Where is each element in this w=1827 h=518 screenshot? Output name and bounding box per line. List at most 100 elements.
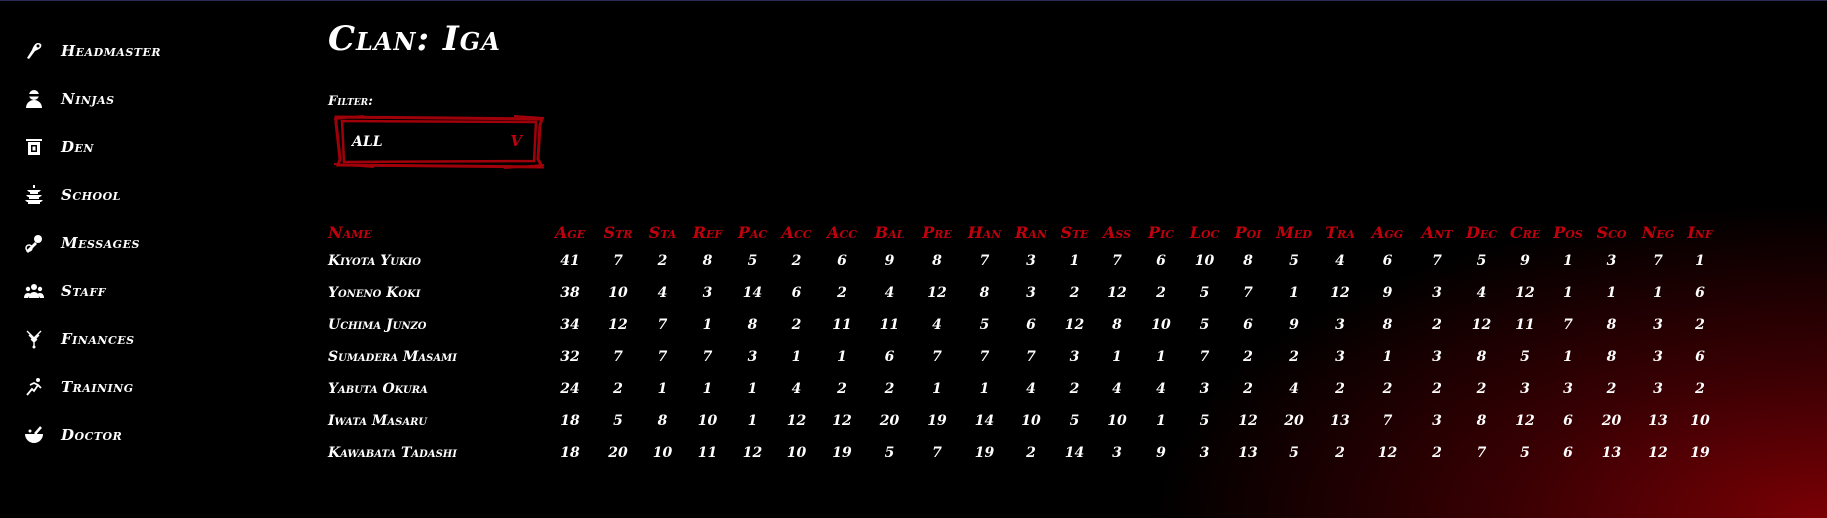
stat-cell: 9: [884, 253, 895, 269]
stat-cell: 5: [1520, 349, 1530, 365]
stat-cell: 2: [1606, 381, 1617, 397]
den-icon: [24, 137, 44, 157]
stat-cell: 4: [657, 285, 668, 301]
stat-cell: 7: [1112, 253, 1122, 269]
stat-cell: 2: [837, 381, 847, 397]
stat-cell: 3: [1026, 285, 1036, 301]
sidebar-item-label: Headmaster: [61, 42, 161, 60]
brush-icon: [24, 41, 44, 61]
stat-cell: 14: [1064, 445, 1085, 461]
stat-cell: 2: [1156, 285, 1166, 301]
stat-cell: 3: [1520, 381, 1530, 397]
table-row[interactable]: Yoneno Koki 38 10 4 3 14 6 2 4 12 8 3 2 12 2 5 7 1 12 9 3 4 12…: [328, 277, 1719, 309]
stat-cell: 8: [979, 285, 990, 301]
table-row[interactable]: Kiyota Yukio 41 7 2 8 5 2 6 9 8 7 3 1 7 6 10 8 5 4 6 7 5 9 1 3 7 1: [328, 245, 1719, 277]
column-header[interactable]: Cre: [1502, 219, 1548, 245]
column-header[interactable]: Dec: [1461, 219, 1502, 245]
stat-cell: 20: [608, 445, 628, 461]
sidebar-item-school[interactable]: School: [24, 171, 264, 219]
stat-cell: 18: [560, 413, 580, 429]
stat-cell: 1: [1069, 253, 1080, 269]
column-header[interactable]: Pic: [1139, 219, 1183, 245]
stat-cell: 10: [1151, 317, 1171, 333]
column-header[interactable]: Sco: [1588, 219, 1635, 245]
ninja-name-cell[interactable]: Kiyota Yukio: [328, 245, 544, 277]
ninja-name-cell[interactable]: Uchima Junzo: [328, 309, 544, 341]
table-header-row: Name Age Str Sta Ref Pac Acc Acc Bal Pre Han Ran Ste…: [328, 219, 1719, 245]
stat-cell: 6: [791, 285, 802, 301]
column-header[interactable]: Med: [1270, 219, 1318, 245]
stat-cell: 1: [747, 413, 758, 429]
sidebar-item-finances[interactable]: Finances: [24, 315, 264, 363]
stat-cell: 8: [657, 413, 668, 429]
column-header[interactable]: Ref: [685, 219, 730, 245]
column-header[interactable]: Ste: [1054, 219, 1095, 245]
column-header[interactable]: Bal: [866, 219, 913, 245]
stat-cell: 5: [747, 253, 758, 269]
stat-cell: 3: [1112, 445, 1122, 461]
sidebar-item-headmaster[interactable]: Headmaster: [24, 27, 264, 75]
column-header[interactable]: Poi: [1226, 219, 1270, 245]
stat-cell: 2: [1432, 317, 1442, 333]
column-header-name[interactable]: Name: [328, 219, 544, 245]
table-row[interactable]: Sumadera Masami 32 7 7 7 3 1 1 6 7 7 7 3 1 1 7 2 2 3 1 3 8 5 1 8…: [328, 341, 1719, 373]
stat-cell: 7: [1243, 285, 1253, 301]
stat-cell: 10: [608, 285, 628, 301]
stat-cell: 18: [560, 445, 580, 461]
stat-cell: 3: [1606, 253, 1617, 269]
column-header[interactable]: Pos: [1548, 219, 1588, 245]
column-header[interactable]: Ran: [1008, 219, 1054, 245]
stat-cell: 2: [657, 253, 668, 269]
column-header[interactable]: Neg: [1635, 219, 1681, 245]
sidebar-item-doctor[interactable]: Doctor: [24, 411, 264, 459]
stat-cell: 3: [1199, 381, 1210, 397]
sidebar-item-label: Doctor: [61, 426, 123, 444]
column-header[interactable]: Sta: [640, 219, 685, 245]
stat-cell: 9: [1156, 445, 1166, 461]
table-row[interactable]: Uchima Junzo 34 12 7 1 8 2 11 11 4 5 6 12 8 10 5 6 9 3 8 2 12…: [328, 309, 1719, 341]
column-header[interactable]: Ass: [1095, 219, 1139, 245]
sidebar-item-label: Den: [61, 138, 94, 156]
sidebar-item-training[interactable]: Training: [24, 363, 264, 411]
table-row[interactable]: Yabuta Okura 24 2 1 1 1 4 2 2 1 1 4 2 4 4 3 2 4 2 2 2 2 3 3 2 3 2: [328, 373, 1719, 405]
ninja-name-cell[interactable]: Sumadera Masami: [328, 341, 544, 373]
stat-cell: 2: [1289, 349, 1299, 365]
column-header[interactable]: Inf: [1681, 219, 1719, 245]
ninja-name-cell[interactable]: Yoneno Koki: [328, 277, 544, 309]
stat-cell: 2: [1432, 381, 1442, 397]
stat-cell: 11: [832, 317, 852, 333]
stat-cell: 2: [613, 381, 623, 397]
stat-cell: 8: [1112, 317, 1122, 333]
stat-cell: 4: [884, 285, 895, 301]
column-header[interactable]: Str: [596, 219, 640, 245]
table-row[interactable]: Kawabata Tadashi 18 20 10 11 12 10 19 5 7 19 2 14 3 9 3…: [328, 437, 1719, 469]
column-header[interactable]: Loc: [1183, 219, 1226, 245]
ninja-name-cell[interactable]: Iwata Masaru: [328, 405, 544, 437]
column-header[interactable]: Age: [544, 219, 596, 245]
filter-select[interactable]: ALL V: [334, 115, 544, 169]
ninja-name-cell[interactable]: Yabuta Okura: [328, 373, 544, 405]
column-header[interactable]: Acc: [775, 219, 818, 245]
stat-cell: 1: [1695, 253, 1705, 269]
column-header[interactable]: Agg: [1362, 219, 1413, 245]
stat-cell: 4: [791, 381, 802, 397]
column-header[interactable]: Acc: [818, 219, 866, 245]
column-header[interactable]: Pac: [730, 219, 775, 245]
sidebar-item-den[interactable]: Den: [24, 123, 264, 171]
stat-cell: 3: [747, 349, 758, 365]
sidebar-item-ninjas[interactable]: Ninjas: [24, 75, 264, 123]
stat-cell: 13: [1238, 445, 1258, 461]
pagoda-icon: [24, 185, 44, 205]
stat-cell: 2: [1695, 317, 1705, 333]
stat-cell: 8: [1606, 317, 1617, 333]
table-row[interactable]: Iwata Masaru 18 5 8 10 1 12 12 20 19 14 10 5 10 1 5 12 20…: [328, 405, 1719, 437]
sidebar-item-messages[interactable]: Messages: [24, 219, 264, 267]
stat-cell: 10: [697, 413, 718, 429]
column-header[interactable]: Han: [961, 219, 1008, 245]
column-header[interactable]: Pre: [913, 219, 961, 245]
sidebar-item-staff[interactable]: Staff: [24, 267, 264, 315]
ninja-name-cell[interactable]: Kawabata Tadashi: [328, 437, 544, 469]
column-header[interactable]: Tra: [1318, 219, 1362, 245]
column-header[interactable]: Ant: [1413, 219, 1461, 245]
stat-cell: 6: [1156, 253, 1166, 269]
